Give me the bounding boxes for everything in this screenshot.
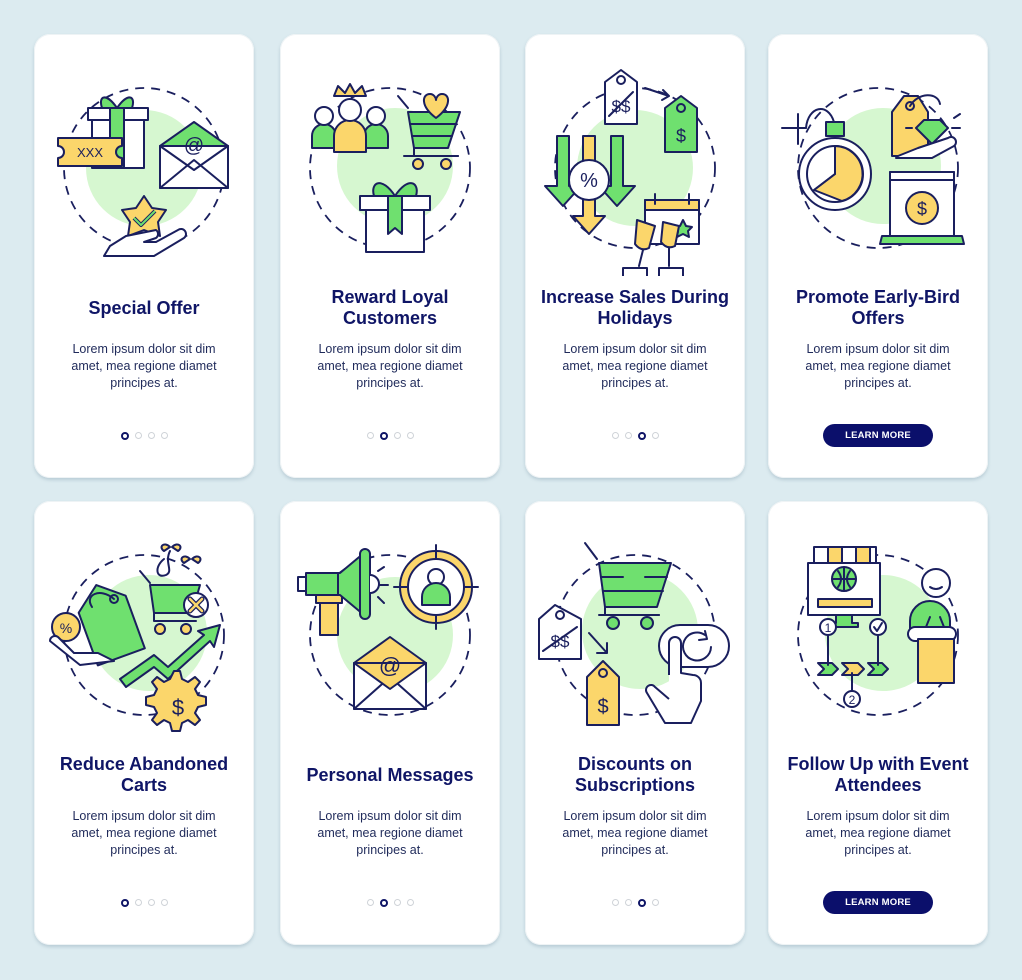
page-dot[interactable] xyxy=(366,899,374,906)
percent-text: % xyxy=(60,620,72,636)
coupon-ticket-icon: XXX xyxy=(57,137,123,167)
pagination-dots xyxy=(34,899,254,907)
onboarding-screen-personal-messages: @ Personal Messages Lorem ipsum dolor si… xyxy=(280,501,500,945)
page-dot[interactable] xyxy=(651,899,659,906)
page-dot[interactable] xyxy=(366,432,374,439)
screen-description: Lorem ipsum dolor sit dim amet, mea regi… xyxy=(562,342,708,390)
laptop-payment-icon: $ xyxy=(879,171,965,245)
onboarding-screen-special-offer: XXX @ Special Offer Lorem ipsum dolor si… xyxy=(34,34,254,478)
sprout-icon xyxy=(156,543,202,577)
customers-group-icon xyxy=(311,83,389,153)
at-sign-text: @ xyxy=(379,653,401,678)
page-dot-active[interactable] xyxy=(379,432,388,440)
dollar-text: $ xyxy=(172,695,184,720)
page-dot[interactable] xyxy=(406,432,414,439)
crossed-price-tag-icon: $$ xyxy=(604,69,638,125)
ticket-text: XXX xyxy=(77,145,103,160)
abandoned-carts-illustration: % $ xyxy=(49,543,225,732)
at-sign-text: @ xyxy=(184,135,204,157)
screen-description: Lorem ipsum dolor sit dim amet, mea regi… xyxy=(805,809,951,857)
onboarding-screen-reduce-abandoned-carts: % $ Reduce Abandoned Carts Lorem ipsum d… xyxy=(34,501,254,945)
page-dot[interactable] xyxy=(624,899,632,906)
page-dot-active[interactable] xyxy=(637,432,646,440)
page-dot[interactable] xyxy=(393,899,401,906)
page-dot[interactable] xyxy=(134,432,142,439)
screen-title: Reduce Abandoned Carts xyxy=(59,754,229,795)
screen-description: Lorem ipsum dolor sit dim amet, mea regi… xyxy=(805,342,951,390)
online-store-monitor-icon xyxy=(807,546,881,628)
onboarding-screen-promote-early-bird-offers: $ Promote Early-Bird Offers Lorem ipsum … xyxy=(768,34,988,478)
page-dot-active[interactable] xyxy=(379,899,388,907)
screen-title: Increase Sales During Holidays xyxy=(540,287,730,328)
crossed-price-tag-icon: $$ xyxy=(538,604,582,660)
pagination-dots xyxy=(34,432,254,440)
diamond-price-tag-icon xyxy=(891,94,961,159)
page-dot[interactable] xyxy=(160,899,168,906)
page-dot[interactable] xyxy=(147,432,155,439)
page-dot[interactable] xyxy=(611,432,619,439)
percent-text: % xyxy=(580,170,598,192)
pagination-dots xyxy=(525,899,745,907)
dollar-text: $ xyxy=(917,199,927,219)
learn-more-button[interactable]: LEARN MORE xyxy=(823,891,933,914)
pagination-dots xyxy=(525,432,745,440)
subscription-discounts-illustration: $$ $ xyxy=(538,542,730,726)
pagination-dots xyxy=(280,899,500,907)
page-dot[interactable] xyxy=(624,432,632,439)
special-offer-illustration: XXX @ xyxy=(57,87,229,257)
screen-description: Lorem ipsum dolor sit dim amet, mea regi… xyxy=(317,342,463,390)
screen-title: Special Offer xyxy=(88,297,200,318)
screen-title: Promote Early-Bird Offers xyxy=(795,287,961,328)
page-dot[interactable] xyxy=(147,899,155,906)
screen-title: Personal Messages xyxy=(306,764,474,785)
onboarding-screen-increase-sales-during-holidays: $$ $ % Increase Sales During Holidays Lo… xyxy=(525,34,745,478)
page-dot[interactable] xyxy=(393,432,401,439)
dollar-text: $ xyxy=(597,696,608,718)
screen-description: Lorem ipsum dolor sit dim amet, mea regi… xyxy=(317,809,463,857)
screen-title: Discounts on Subscriptions xyxy=(574,754,695,795)
arrow-icon xyxy=(644,87,670,101)
page-dot[interactable] xyxy=(160,432,168,439)
onboarding-screen-discounts-on-subscriptions: $$ $ Discounts on Subscriptions Lorem ip… xyxy=(525,501,745,945)
page-dot[interactable] xyxy=(651,432,659,439)
screen-title: Follow Up with Event Attendees xyxy=(787,754,969,795)
page-dot[interactable] xyxy=(134,899,142,906)
page-dot[interactable] xyxy=(406,899,414,906)
page-dot[interactable] xyxy=(611,899,619,906)
screen-title: Reward Loyal Customers xyxy=(331,287,449,328)
holiday-sales-illustration: $$ $ % xyxy=(544,69,716,276)
reward-loyal-customers-illustration xyxy=(309,83,471,253)
onboarding-screen-follow-up-with-event-attendees: 1 2 Follow Up with Event Attendees Lorem… xyxy=(768,501,988,945)
onboarding-screen-reward-loyal-customers: Reward Loyal Customers Lorem ipsum dolor… xyxy=(280,34,500,478)
early-bird-illustration: $ xyxy=(781,87,965,249)
screen-description: Lorem ipsum dolor sit dim amet, mea regi… xyxy=(71,342,217,390)
personal-messages-illustration: @ xyxy=(297,544,479,716)
screen-description: Lorem ipsum dolor sit dim amet, mea regi… xyxy=(562,809,708,857)
learn-more-button[interactable]: LEARN MORE xyxy=(823,424,933,447)
step-2-text: 2 xyxy=(849,693,856,707)
crossed-price-text: $$ xyxy=(612,97,631,116)
event-attendees-illustration: 1 2 xyxy=(797,546,959,716)
price-tag-icon: $ xyxy=(664,95,698,153)
page-dot-active[interactable] xyxy=(637,899,646,907)
pagination-dots xyxy=(280,432,500,440)
page-dot-active[interactable] xyxy=(120,899,129,907)
screen-description: Lorem ipsum dolor sit dim amet, mea regi… xyxy=(71,809,217,857)
page-dot-active[interactable] xyxy=(120,432,129,440)
step-1-text: 1 xyxy=(825,621,832,635)
dollar-text: $ xyxy=(676,126,686,146)
